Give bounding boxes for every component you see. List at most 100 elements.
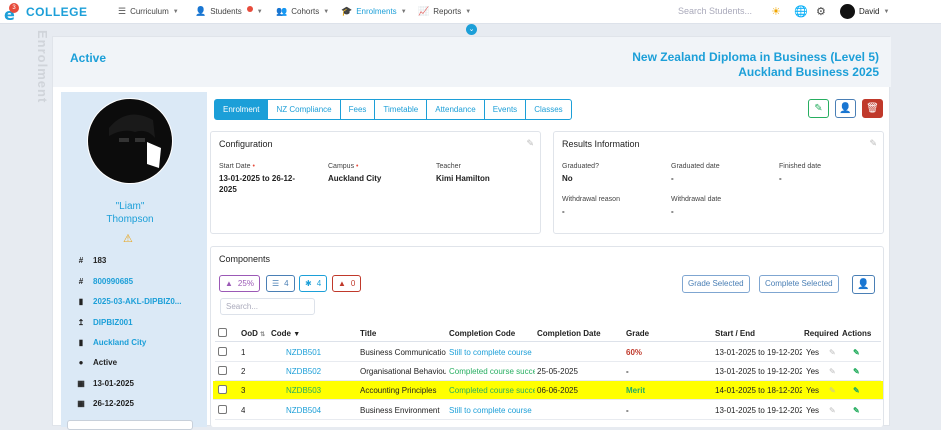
results-card: Results Information ✎ Graduated? No Grad…: [553, 131, 884, 234]
pencil-icon[interactable]: ✎: [829, 348, 836, 357]
row-checkbox[interactable]: [218, 366, 227, 375]
row-completion-code[interactable]: Completed course successfully: [449, 367, 535, 376]
row-completion-code[interactable]: Completed course successfully: [449, 386, 535, 395]
programme-code[interactable]: DIPBIZ001: [93, 318, 133, 327]
tab-fees[interactable]: Fees: [339, 99, 376, 120]
list-count-chip[interactable]: ☰ 4: [266, 275, 295, 292]
add-user-button[interactable]: 👤: [835, 99, 856, 118]
sun-icon[interactable]: ☀: [771, 5, 781, 18]
app-logo[interactable]: e 3: [4, 3, 20, 24]
warning-icon[interactable]: ⚠: [123, 232, 133, 245]
start-date-value-line1: 13-01-2025 to 26-12-: [219, 174, 296, 183]
edit-pencil-icon[interactable]: ✎: [853, 386, 860, 395]
student-search-input[interactable]: Search Students...: [678, 6, 752, 16]
header-completion-date[interactable]: Completion Date: [537, 329, 601, 338]
progress-chip[interactable]: ▲ 25%: [219, 275, 260, 292]
nav-cohorts[interactable]: 👥 Cohorts ▼: [276, 6, 329, 17]
delete-button[interactable]: 🗑: [862, 99, 883, 118]
tab-attendance[interactable]: Attendance: [426, 99, 485, 120]
campus-name[interactable]: Auckland City: [93, 338, 146, 347]
nav-enrolments-label: Enrolments: [356, 7, 397, 16]
tab-classes[interactable]: Classes: [525, 99, 572, 120]
chevron-down-icon: ▼: [883, 8, 890, 15]
select-all-checkbox[interactable]: [218, 328, 227, 337]
student-name[interactable]: "Liam" Thompson: [61, 200, 199, 226]
collapse-toggle-icon[interactable]: ⌄: [466, 24, 477, 35]
row-title: Business Communication: [360, 348, 446, 357]
campus-row[interactable]: ▮ Auckland City: [77, 338, 147, 347]
user-menu[interactable]: David ▼: [840, 4, 889, 19]
nav-curriculum[interactable]: ☰ Curriculum ▼: [118, 6, 179, 17]
table-row[interactable]: 1 NZDB501 Business Communication Still t…: [215, 343, 881, 362]
pencil-icon[interactable]: ✎: [829, 367, 836, 376]
panel-header: Active New Zealand Diploma in Business (…: [53, 37, 891, 87]
chevron-down-icon: ▼: [465, 8, 472, 15]
edit-pencil-icon[interactable]: ✎: [853, 406, 860, 415]
row-grade: -: [626, 367, 629, 376]
cohort-code[interactable]: 2025-03-AKL-DIPBIZ0...: [93, 297, 181, 306]
nav-enrolments[interactable]: 🎓 Enrolments ▼: [341, 6, 407, 17]
warning-icon: ▲: [338, 279, 346, 288]
tab-enrolment[interactable]: Enrolment: [214, 99, 269, 120]
row-code[interactable]: NZDB501: [286, 348, 321, 357]
pencil-icon[interactable]: ✎: [829, 406, 836, 415]
table-row[interactable]: 4 NZDB504 Business Environment Still to …: [215, 401, 881, 420]
programme-code-row[interactable]: ↥ DIPBIZ001: [77, 318, 133, 327]
header-grade[interactable]: Grade: [626, 329, 649, 338]
table-row-highlighted[interactable]: 3 NZDB503 Accounting Principles Complete…: [213, 381, 883, 400]
student-number-row[interactable]: # 800990685: [77, 277, 133, 286]
notification-badge[interactable]: 3: [9, 3, 19, 13]
row-code[interactable]: NZDB503: [286, 386, 321, 395]
tab-nz-compliance[interactable]: NZ Compliance: [267, 99, 341, 120]
row-completion-code[interactable]: Still to complete course: [449, 348, 535, 357]
edit-pencil-icon[interactable]: ✎: [853, 367, 860, 376]
row-checkbox[interactable]: [218, 405, 227, 414]
complete-selected-button[interactable]: Complete Selected: [759, 275, 839, 293]
header-actions: Actions: [842, 329, 872, 338]
graduated-label: Graduated?: [562, 163, 599, 170]
header-required[interactable]: Required: [804, 329, 842, 338]
add-component-button[interactable]: 👤: [852, 275, 875, 294]
chevron-down-icon: ▼: [323, 8, 330, 15]
cohort-code-row[interactable]: ▮ 2025-03-AKL-DIPBIZ0...: [77, 297, 182, 306]
nav-reports[interactable]: 📈 Reports ▼: [418, 6, 471, 17]
student-number[interactable]: 800990685: [93, 277, 133, 286]
header-title[interactable]: Title: [360, 329, 376, 338]
gear-icon[interactable]: ⚙: [816, 5, 826, 18]
pencil-icon[interactable]: ✎: [869, 138, 877, 149]
row-checkbox[interactable]: [218, 385, 227, 394]
student-id: 183: [93, 256, 107, 265]
table-row[interactable]: 2 NZDB502 Organisational Behaviour Compl…: [215, 362, 881, 381]
nav-students[interactable]: 👤 Students ▼: [195, 5, 263, 17]
student-avatar: [87, 98, 173, 184]
header-ood[interactable]: OoD ⇅: [241, 329, 265, 338]
star-count-chip[interactable]: ✱ 4: [299, 275, 328, 292]
header-completion-code[interactable]: Completion Code: [449, 329, 515, 338]
withdrawal-reason-value: -: [562, 207, 565, 216]
row-checkbox[interactable]: [218, 347, 227, 356]
row-code[interactable]: NZDB502: [286, 367, 321, 376]
edit-pencil-icon[interactable]: ✎: [853, 348, 860, 357]
list-count: 4: [284, 279, 289, 288]
row-title: Organisational Behaviour: [360, 367, 446, 376]
row-required: Yes: [806, 406, 820, 415]
alert-count: 0: [350, 279, 356, 288]
chevron-down-icon: ▼: [400, 8, 407, 15]
brand-name[interactable]: COLLEGE: [26, 5, 88, 19]
row-completion-code[interactable]: Still to complete course: [449, 406, 535, 415]
row-code[interactable]: NZDB504: [286, 406, 321, 415]
grade-selected-button[interactable]: Grade Selected: [682, 275, 750, 293]
book-icon: ▮: [78, 297, 84, 306]
tab-events[interactable]: Events: [483, 99, 527, 120]
edit-button[interactable]: ✎: [808, 99, 829, 118]
row-start-end: 14-01-2025 to 18-12-2025: [715, 386, 802, 395]
globe-icon[interactable]: 🌐: [794, 5, 808, 18]
header-code[interactable]: Code ▼: [271, 329, 300, 338]
pencil-icon[interactable]: ✎: [526, 138, 534, 149]
pencil-icon[interactable]: ✎: [829, 386, 836, 395]
tab-timetable[interactable]: Timetable: [374, 99, 428, 120]
component-search-input[interactable]: Search...: [220, 298, 315, 315]
chevron-down-icon: ▼: [256, 8, 263, 15]
alert-count-chip[interactable]: ▲ 0: [332, 275, 362, 292]
header-start-end[interactable]: Start / End: [715, 329, 755, 338]
